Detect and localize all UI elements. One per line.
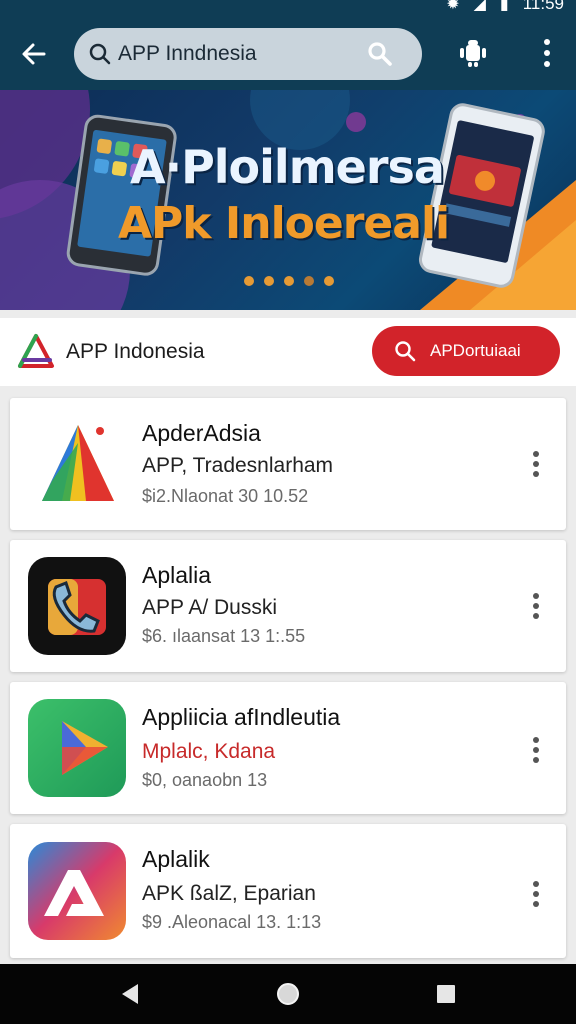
app-icon: [28, 699, 126, 797]
app-icon: [28, 415, 126, 513]
carousel-dot[interactable]: [284, 276, 294, 286]
app-title: ApderAdsia: [142, 420, 261, 446]
brand-name: APP Indonesia: [66, 340, 205, 363]
app-subtitle: APK ßalZ, Eparian: [142, 882, 316, 905]
app-title: Aplalia: [142, 562, 212, 588]
app-list-item[interactable]: ApderAdsia APP, Tradesnlarham $i2.Nlaona…: [10, 398, 566, 530]
app-icon: [28, 557, 126, 655]
brand-logo-icon: [18, 334, 54, 368]
more-vert-icon[interactable]: [532, 36, 562, 70]
search-submit-icon[interactable]: [366, 40, 394, 68]
brand-search-button[interactable]: APDortuiaai: [372, 326, 560, 376]
android-icon[interactable]: [456, 36, 490, 70]
carousel-dot[interactable]: [264, 276, 274, 286]
carousel-dot[interactable]: [244, 276, 254, 286]
search-icon: [89, 43, 111, 65]
app-list-item[interactable]: Aplalik APK ßalZ, Eparian $9 .Aleonacal …: [10, 824, 566, 958]
back-triangle-icon[interactable]: [116, 980, 144, 1008]
back-arrow-icon: [22, 43, 46, 65]
app-meta: $9 .Aleonacal 13. 1:13: [142, 912, 322, 932]
back-button[interactable]: [14, 34, 54, 74]
system-nav-bar: [0, 964, 576, 1024]
more-vert-icon[interactable]: [526, 590, 546, 622]
bug-icon: ✹: [446, 0, 460, 13]
more-vert-icon[interactable]: [526, 448, 546, 480]
app-title: Appliicia afIndleutia: [142, 704, 341, 730]
promo-banner[interactable]: A·Ploilmersa APk Inloereali: [0, 90, 576, 310]
app-list-item[interactable]: Appliicia afIndleutia Mplalc, Kdana $0, …: [10, 682, 566, 814]
app-subtitle: Mplalc, Kdana: [142, 740, 276, 763]
brand-row: APP Indonesia APDortuiaai: [0, 318, 576, 386]
search-input[interactable]: [118, 38, 358, 70]
home-circle-icon[interactable]: [274, 980, 302, 1008]
app-list-item[interactable]: Aplalia APP A/ Dusski $6. ılaansat 13 1:…: [10, 540, 566, 672]
banner-subheadline: APk Inloereali: [118, 198, 450, 249]
signal-icon: ◢: [473, 0, 486, 13]
app-subtitle: APP, Tradesnlarham: [142, 454, 334, 477]
battery-icon: ▮: [499, 0, 509, 13]
app-icon: [28, 842, 126, 940]
brand-button-label: APDortuiaai: [430, 341, 521, 360]
app-subtitle: APP A/ Dusski: [142, 596, 278, 619]
app-meta: $0, oanaobn 13: [142, 770, 268, 790]
more-vert-icon[interactable]: [526, 878, 546, 910]
app-meta: $6. ılaansat 13 1:.55: [142, 626, 306, 646]
carousel-dot[interactable]: [304, 276, 314, 286]
app-bar: [0, 14, 576, 90]
status-bar: ✹ ◢ ▮ 11:59: [0, 0, 576, 14]
search-icon: [395, 341, 416, 362]
status-time: 11:59: [522, 0, 564, 13]
search-box[interactable]: [74, 28, 422, 80]
more-vert-icon[interactable]: [526, 734, 546, 766]
carousel-dots: [244, 276, 334, 286]
app-meta: $i2.Nlaonat 30 10.52: [142, 486, 309, 506]
carousel-dot[interactable]: [324, 276, 334, 286]
app-title: Aplalik: [142, 846, 210, 872]
recents-square-icon[interactable]: [432, 980, 460, 1008]
banner-headline: A·Ploilmersa: [130, 140, 445, 194]
